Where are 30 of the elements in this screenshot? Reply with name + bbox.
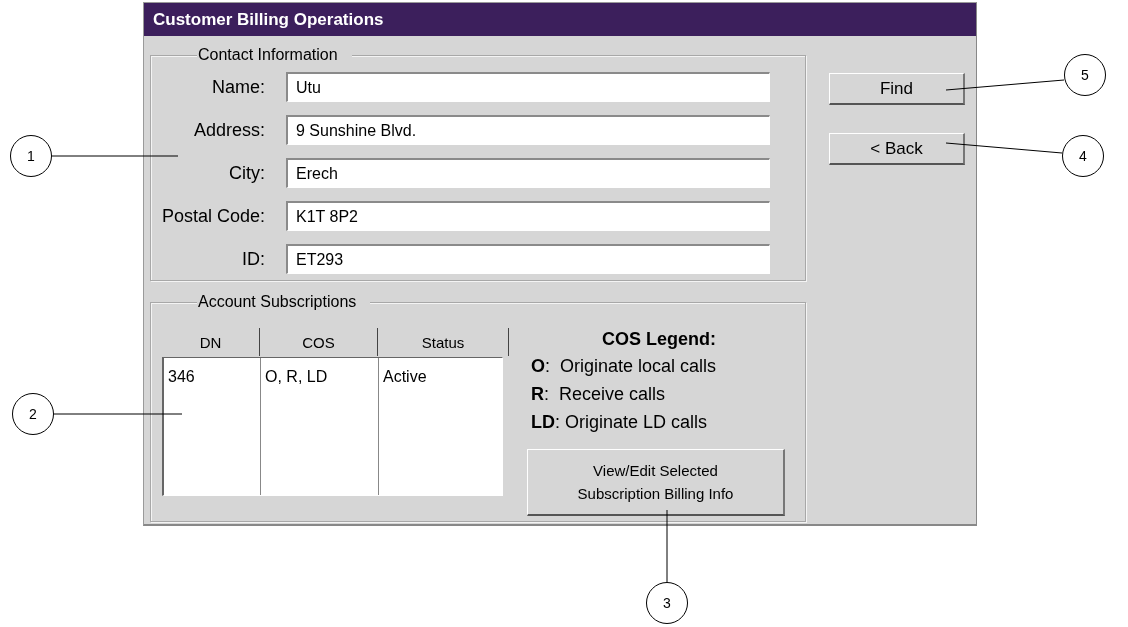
field-label: City:	[228, 162, 266, 184]
callout-number: 5	[1064, 54, 1106, 96]
legend-title: COS Legend:	[602, 328, 716, 351]
callout-number: 2	[12, 393, 54, 435]
callout-number: 3	[646, 582, 688, 624]
table-cell-text: Active	[383, 368, 428, 386]
legend-entry: LD: Originate LD calls	[530, 411, 708, 434]
field-label: Address:	[192, 119, 266, 141]
legend-entry: O: Originate local calls	[530, 355, 717, 378]
push-button[interactable]: Find	[829, 73, 965, 105]
field-label: Name:	[211, 76, 266, 98]
table-cell-text: 346	[168, 368, 196, 386]
text-field[interactable]: Utu	[286, 72, 770, 102]
text-field[interactable]: 9 Sunshine Blvd.	[286, 115, 770, 145]
callout-number: 1	[10, 135, 52, 177]
text-field[interactable]: K1T 8P2	[286, 201, 770, 231]
column-header[interactable]: Status	[378, 328, 509, 356]
group-label: Account Subscriptions	[197, 292, 371, 312]
push-button[interactable]: < Back	[829, 133, 965, 165]
view-edit-button[interactable]: View/Edit Selected Subscription Billing Info	[527, 449, 785, 516]
callout-number: 4	[1062, 135, 1104, 177]
text-field[interactable]: ET293	[286, 244, 770, 274]
column-header[interactable]: COS	[260, 328, 378, 356]
legend-entry: R: Receive calls	[530, 383, 666, 406]
text-field[interactable]: Erech	[286, 158, 770, 188]
window-title: Customer Billing Operations	[153, 9, 384, 30]
table-cell-text: O, R, LD	[265, 368, 329, 386]
field-label: Postal Code:	[160, 205, 266, 227]
column-header[interactable]: DN	[162, 328, 260, 356]
field-label: ID:	[241, 248, 266, 270]
